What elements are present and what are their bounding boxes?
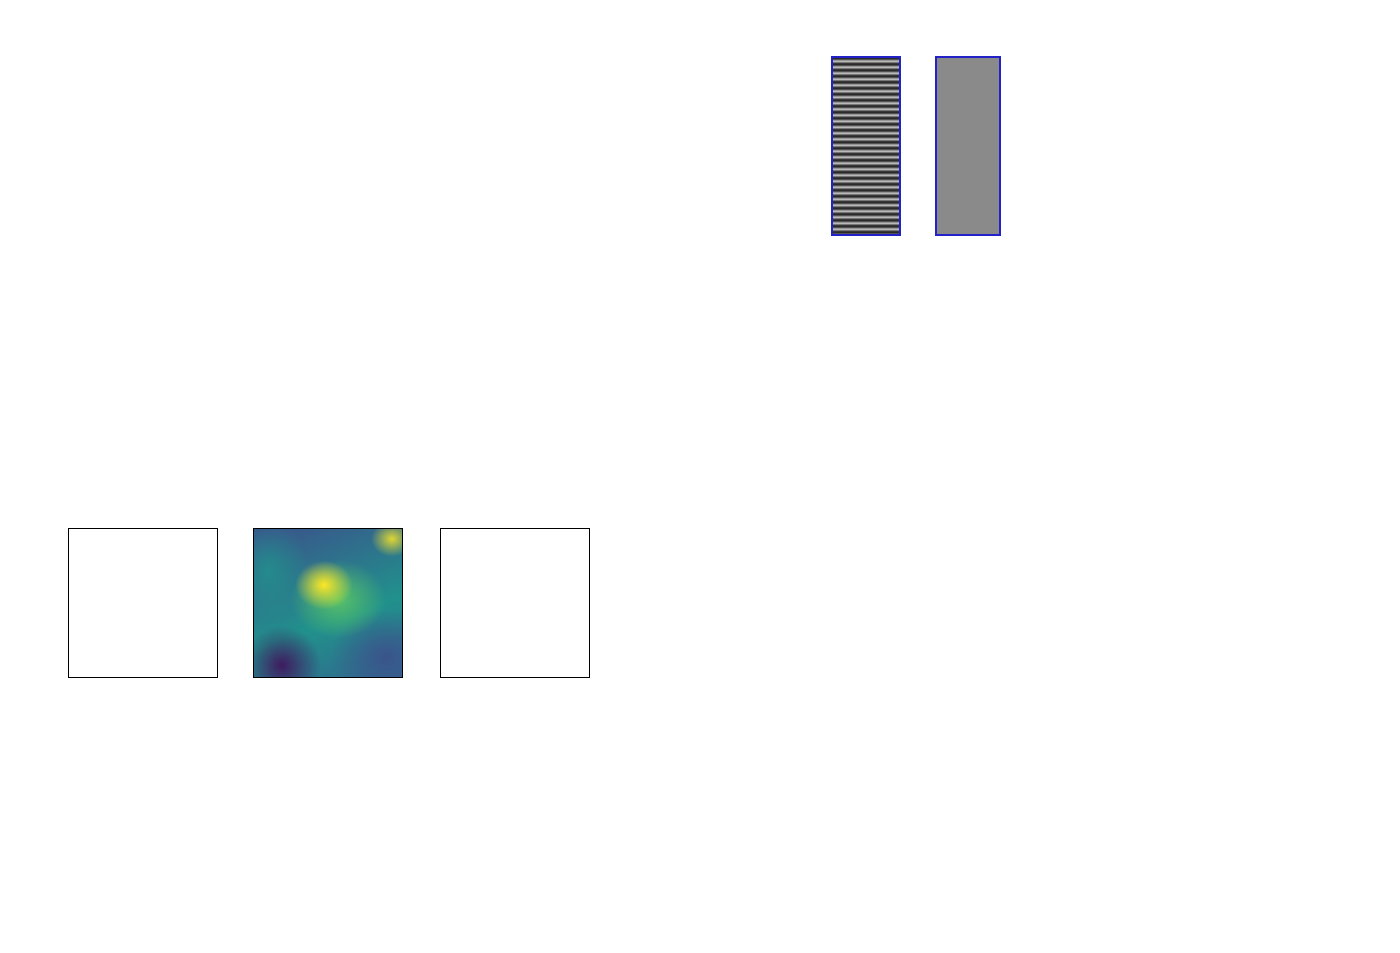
cleanimage-image xyxy=(935,56,1001,236)
elixer-report-page xyxy=(0,0,1400,953)
hsc-image-panel xyxy=(440,528,590,678)
withsky-image xyxy=(831,56,901,236)
fiber-positions-panel xyxy=(68,528,218,678)
lineflux-map-panel xyxy=(253,528,403,678)
line-fit-plot xyxy=(1028,50,1313,242)
spec2d-panel xyxy=(441,28,797,260)
full-spectrum-plot xyxy=(105,349,1297,439)
spectrum-line-labels xyxy=(105,266,1297,349)
